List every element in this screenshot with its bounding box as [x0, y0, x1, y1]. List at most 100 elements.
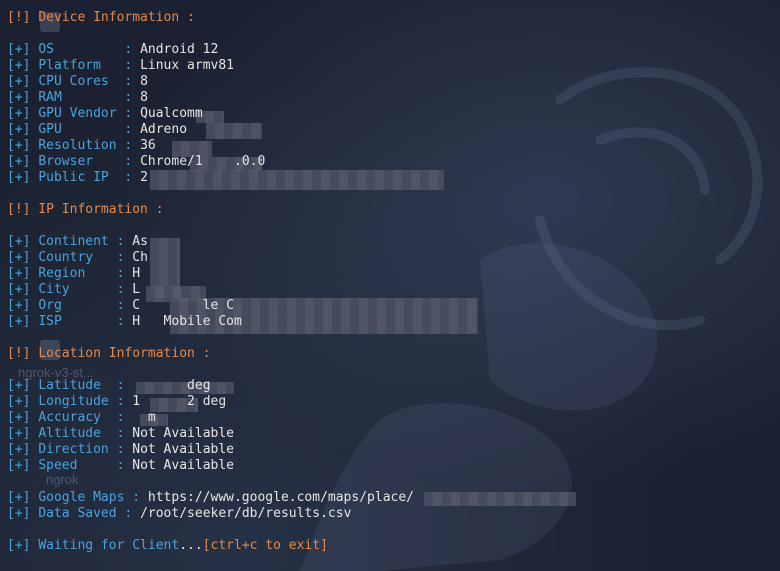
row-value: Not Available [132, 442, 234, 457]
section-header-device: [!] Device Information : [7, 10, 773, 26]
row-value: m [132, 410, 156, 425]
row-label: City [38, 282, 70, 297]
info-row-gpu: [+] GPU : Adreno [7, 122, 188, 137]
section-title: IP Information : [38, 202, 164, 217]
info-row-platform: [+] Platform : Linux armv81 [7, 58, 234, 73]
info-row-ram: [+] RAM : 8 [7, 90, 148, 105]
info-row-os: [+] OS : Android 12 [7, 42, 219, 57]
row-label: OS [38, 42, 54, 57]
row-value: As [132, 234, 148, 249]
ok-marker: [+] [7, 458, 31, 473]
ok-marker: [+] [7, 42, 31, 57]
row-label: Continent [38, 234, 109, 249]
info-row-longitude: [+] Longitude : 1 2 deg [7, 394, 227, 409]
row-value: Android 12 [140, 42, 219, 57]
info-row-gpu-vendor: [+] GPU Vendor : Qualcomm [7, 106, 203, 121]
info-row-isp: [+] ISP : H Mobile Com [7, 314, 242, 329]
row-label: Org [38, 298, 62, 313]
row-label: Google Maps [38, 490, 125, 505]
ok-marker: [+] [7, 426, 31, 441]
warn-marker: [!] [7, 10, 31, 25]
row-value: Not Available [132, 458, 234, 473]
section-header-location: [!] Location Information : [7, 346, 773, 362]
row-label: GPU [38, 122, 62, 137]
row-value: Ch [132, 250, 148, 265]
warn-marker: [!] [7, 202, 31, 217]
info-row-speed: [+] Speed : Not Available [7, 458, 234, 473]
section-title: Device Information : [38, 10, 195, 25]
row-value: deg [132, 378, 211, 393]
row-label: Latitude [38, 378, 101, 393]
row-label: CPU Cores [38, 74, 109, 89]
row-value: H [132, 266, 141, 281]
row-label: Public IP [38, 170, 109, 185]
row-label: Browser [38, 154, 94, 169]
row-value: Linux armv81 [140, 58, 234, 73]
info-row-altitude: [+] Altitude : Not Available [7, 426, 234, 441]
row-label: Longitude [38, 394, 109, 409]
info-row-browser: [+] Browser : Chrome/1 .0.0 [7, 154, 266, 169]
row-label: Platform [38, 58, 101, 73]
ok-marker: [+] [7, 58, 31, 73]
row-label: Direction [38, 442, 109, 457]
row-value: H Mobile Com [132, 314, 242, 329]
ok-marker: [+] [7, 490, 31, 505]
terminal-output: [!] Device Information : [+] OS : Androi… [7, 10, 773, 554]
ok-marker: [+] [7, 442, 31, 457]
exit-hint: [ctrl+c to exit] [202, 538, 328, 553]
info-row-continent: [+] Continent : As [7, 234, 148, 249]
row-label: Region [38, 266, 86, 281]
row-label: RAM [38, 90, 62, 105]
section-title: Location Information : [38, 346, 211, 361]
info-row-region: [+] Region : H [7, 266, 141, 281]
row-label: Country [38, 250, 94, 265]
info-row-direction: [+] Direction : Not Available [7, 442, 234, 457]
status-line: [+] Waiting for Client...[ctrl+c to exit… [7, 538, 773, 554]
row-value: Not Available [132, 426, 234, 441]
info-row-cpu-cores: [+] CPU Cores : 8 [7, 74, 148, 89]
ok-marker: [+] [7, 90, 31, 105]
google-maps-link[interactable]: https://www.google.com/maps/place/ [148, 490, 414, 505]
ok-marker: [+] [7, 298, 31, 313]
info-row-org: [+] Org : C le C [7, 298, 234, 313]
saved-file-path: /root/seeker/db/results.csv [140, 506, 352, 521]
ok-marker: [+] [7, 314, 31, 329]
info-row-resolution: [+] Resolution : 36 [7, 138, 156, 153]
waiting-text: Waiting for Client [38, 538, 180, 553]
ok-marker: [+] [7, 538, 31, 553]
row-label: Resolution [38, 138, 117, 153]
row-value: Adreno [140, 122, 188, 137]
row-label: Speed [38, 458, 78, 473]
row-value: Chrome/1 .0.0 [140, 154, 266, 169]
ok-marker: [+] [7, 282, 31, 297]
row-label: Accuracy [38, 410, 101, 425]
info-row-latitude: [+] Latitude : deg [7, 378, 211, 393]
section-header-ip: [!] IP Information : [7, 202, 773, 218]
info-row-data-saved: [+] Data Saved : /root/seeker/db/results… [7, 506, 352, 521]
row-label: Altitude [38, 426, 101, 441]
info-row-city: [+] City : L [7, 282, 141, 297]
row-label: Data Saved [38, 506, 117, 521]
info-row-country: [+] Country : Ch [7, 250, 148, 265]
ok-marker: [+] [7, 74, 31, 89]
waiting-dots: ... [179, 538, 203, 553]
ok-marker: [+] [7, 266, 31, 281]
terminal-window[interactable]: ngrok-v3-st... ngrok [!] Device Informat… [0, 0, 780, 571]
ok-marker: [+] [7, 122, 31, 137]
ok-marker: [+] [7, 138, 31, 153]
info-row-public-ip: [+] Public IP : 2 [7, 170, 148, 185]
info-row-google-maps: [+] Google Maps : https://www.google.com… [7, 490, 414, 505]
warn-marker: [!] [7, 346, 31, 361]
info-row-accuracy: [+] Accuracy : m [7, 410, 156, 425]
ok-marker: [+] [7, 170, 31, 185]
ok-marker: [+] [7, 378, 31, 393]
ok-marker: [+] [7, 410, 31, 425]
ok-marker: [+] [7, 106, 31, 121]
row-value: C le C [132, 298, 234, 313]
row-label: ISP [38, 314, 62, 329]
ok-marker: [+] [7, 250, 31, 265]
row-value: 8 [140, 90, 148, 105]
ok-marker: [+] [7, 394, 31, 409]
row-value: 36 [140, 138, 156, 153]
row-value: 2 [140, 170, 148, 185]
